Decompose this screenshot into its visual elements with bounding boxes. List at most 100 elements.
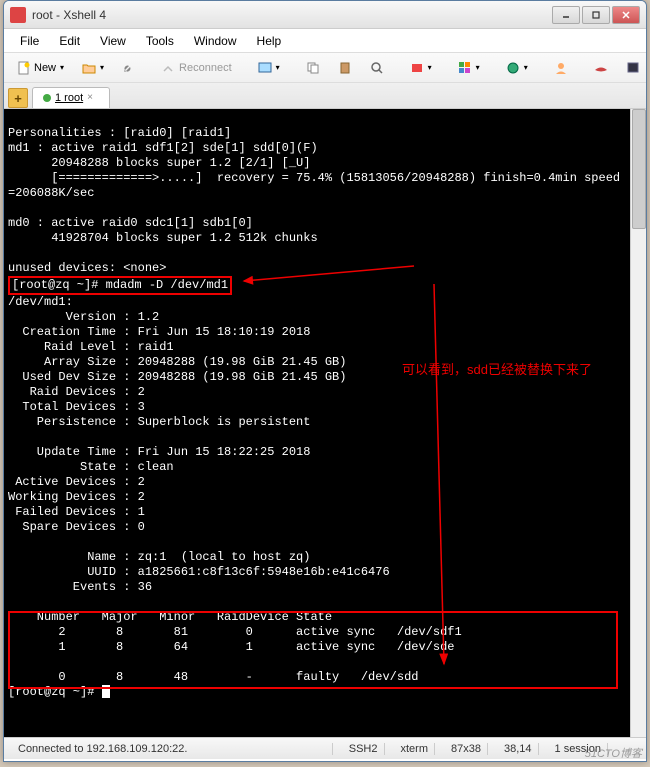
tb-copy[interactable]	[299, 57, 327, 79]
titlebar[interactable]: root - Xshell 4	[4, 1, 646, 29]
term-line: Version : 1.2	[8, 310, 159, 324]
new-icon	[17, 61, 31, 75]
menu-window[interactable]: Window	[186, 32, 245, 50]
new-button[interactable]: New ▾	[10, 57, 71, 79]
paste-icon	[338, 61, 352, 75]
properties-button[interactable]	[115, 57, 143, 79]
tb-btn-6[interactable]	[587, 57, 615, 79]
menubar: File Edit View Tools Window Help	[4, 29, 646, 53]
status-ssh: SSH2	[343, 743, 385, 755]
term-line: Update Time : Fri Jun 15 18:22:25 2018	[8, 445, 310, 459]
term-line: 2 8 81 0 active sync /dev/sdf1	[8, 625, 462, 639]
highlighted-command: [root@zq ~]# mdadm -D /dev/md1	[8, 276, 232, 295]
term-line: Spare Devices : 0	[8, 520, 145, 534]
chevron-down-icon: ▾	[100, 63, 104, 72]
user-icon	[554, 61, 568, 75]
menu-edit[interactable]: Edit	[51, 32, 88, 50]
connection-status-icon	[43, 94, 51, 102]
term-line: Persistence : Superblock is persistent	[8, 415, 310, 429]
palette-icon	[410, 61, 424, 75]
maximize-button[interactable]	[582, 6, 610, 24]
tb-btn-1[interactable]: ▾	[251, 57, 287, 79]
minimize-button[interactable]	[552, 6, 580, 24]
term-line: 1 8 64 1 active sync /dev/sde	[8, 640, 454, 654]
term-line: 0 8 48 - faulty /dev/sdd	[8, 670, 418, 684]
tb-paste[interactable]	[331, 57, 359, 79]
menu-file[interactable]: File	[12, 32, 47, 50]
tb-search[interactable]	[363, 57, 391, 79]
term-line: =206088K/sec	[8, 186, 94, 200]
copy-icon	[306, 61, 320, 75]
scrollbar-thumb[interactable]	[632, 109, 646, 229]
menu-help[interactable]: Help	[249, 32, 290, 50]
terminal[interactable]: Personalities : [raid0] [raid1] md1 : ac…	[4, 109, 646, 737]
menu-view[interactable]: View	[92, 32, 134, 50]
term-line: Name : zq:1 (local to host zq)	[8, 550, 310, 564]
chevron-down-icon: ▾	[428, 63, 432, 72]
wrench-icon	[122, 61, 136, 75]
open-button[interactable]: ▾	[75, 57, 111, 79]
menu-tools[interactable]: Tools	[138, 32, 182, 50]
term-icon	[626, 61, 640, 75]
term-line: Active Devices : 2	[8, 475, 145, 489]
scrollbar[interactable]	[630, 109, 646, 737]
reconnect-label: Reconnect	[179, 62, 232, 74]
chevron-down-icon: ▾	[476, 63, 480, 72]
term-line: Used Dev Size : 20948288 (19.98 GiB 21.4…	[8, 370, 346, 384]
annotation-arrow-1	[234, 261, 434, 291]
session-icon	[258, 61, 272, 75]
close-button[interactable]	[612, 6, 640, 24]
tb-btn-7[interactable]	[619, 57, 647, 79]
window-title: root - Xshell 4	[32, 8, 552, 22]
reconnect-button[interactable]: Reconnect	[155, 57, 239, 79]
search-icon	[370, 61, 384, 75]
chevron-down-icon: ▾	[524, 63, 528, 72]
window-controls	[552, 6, 640, 24]
term-line: Events : 36	[8, 580, 152, 594]
term-line: md0 : active raid0 sdc1[1] sdb1[0]	[8, 216, 253, 230]
term-line: Array Size : 20948288 (19.98 GiB 21.45 G…	[8, 355, 346, 369]
tabbar: + 1 root ×	[4, 83, 646, 109]
term-line: Raid Level : raid1	[8, 340, 174, 354]
folder-open-icon	[82, 61, 96, 75]
term-line: Personalities : [raid0] [raid1]	[8, 126, 231, 140]
annotation-text: 可以看到，sdd已经被替换下来了	[402, 362, 592, 377]
status-size: 87x38	[445, 743, 488, 755]
term-line: unused devices: <none>	[8, 261, 166, 275]
tab-add-button[interactable]: +	[8, 88, 28, 108]
reconnect-icon	[162, 61, 176, 75]
tb-btn-4[interactable]: ▾	[499, 57, 535, 79]
command: mdadm -D /dev/md1	[106, 278, 228, 292]
chevron-down-icon: ▾	[60, 63, 64, 72]
term-line: 41928704 blocks super 1.2 512k chunks	[8, 231, 318, 245]
globe-icon	[506, 61, 520, 75]
tb-btn-2[interactable]: ▾	[403, 57, 439, 79]
shark-icon	[594, 61, 608, 75]
term-line: Creation Time : Fri Jun 15 18:10:19 2018	[8, 325, 310, 339]
tab-root[interactable]: 1 root ×	[32, 87, 110, 108]
term-line: [=============>.....] recovery = 75.4% (…	[8, 171, 620, 185]
tab-label: 1 root	[55, 92, 83, 104]
cursor	[102, 685, 110, 698]
term-line: Total Devices : 3	[8, 400, 145, 414]
annotation-arrow-2	[334, 279, 464, 679]
app-window: root - Xshell 4 File Edit View Tools Win…	[3, 0, 647, 762]
chevron-down-icon: ▾	[276, 63, 280, 72]
status-connection: Connected to 192.168.109.120:22.	[12, 743, 333, 755]
watermark: 51CTO博客	[585, 745, 642, 761]
prompt: [root@zq ~]#	[12, 278, 106, 292]
term-line: UUID : a1825661:c8f13c6f:5948e16b:e41c64…	[8, 565, 390, 579]
color-icon	[458, 61, 472, 75]
tb-btn-5[interactable]	[547, 57, 575, 79]
status-pos: 38,14	[498, 743, 539, 755]
tab-close-icon[interactable]: ×	[87, 92, 99, 104]
tb-btn-3[interactable]: ▾	[451, 57, 487, 79]
status-term: xterm	[395, 743, 436, 755]
new-label: New	[34, 62, 56, 74]
prompt: [root@zq ~]#	[8, 685, 102, 699]
statusbar: Connected to 192.168.109.120:22. SSH2 xt…	[4, 737, 646, 759]
term-line: 20948288 blocks super 1.2 [2/1] [_U]	[8, 156, 310, 170]
term-line: /dev/md1:	[8, 295, 73, 309]
term-line: md1 : active raid1 sdf1[2] sde[1] sdd[0]…	[8, 141, 318, 155]
term-line: Number Major Minor RaidDevice State	[8, 610, 332, 624]
